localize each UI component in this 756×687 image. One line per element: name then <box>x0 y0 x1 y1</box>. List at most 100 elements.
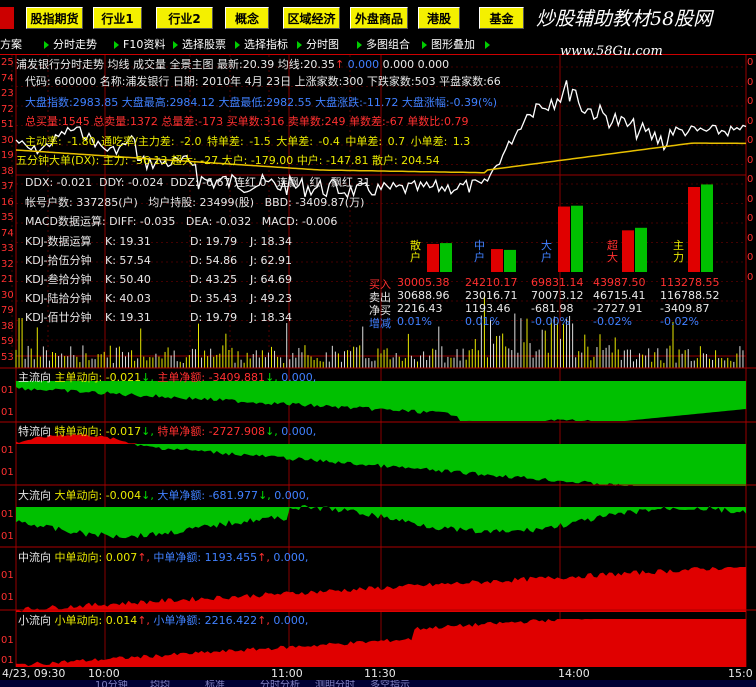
left-red-block <box>0 7 14 29</box>
table-cell: 30005.38 <box>397 276 450 289</box>
bottom-tab[interactable]: 多空指示 <box>370 680 410 687</box>
up-arrow-icon: ↑, <box>137 551 154 564</box>
panel-axis-tick: 01 <box>1 467 14 478</box>
kdj-row: KDJ-陆拾分钟 K: 40.03 D: 35.43 J: 49.23 <box>25 290 292 306</box>
btn-foreign-commodity[interactable]: 外盘商品 <box>350 7 408 29</box>
bottom-tab[interactable]: 标准 <box>205 680 225 687</box>
btn-industry1[interactable]: 行业1 <box>93 7 142 29</box>
panel-axis-tick: 01 <box>1 635 14 646</box>
menu-multi-chart[interactable]: 多图组合 <box>356 36 410 53</box>
flow-zero: 0.000, <box>274 489 310 502</box>
latest-label: 最新: <box>217 58 243 71</box>
right-axis-tick: 0 <box>747 96 754 107</box>
table-cell: 1193.46 <box>465 302 511 315</box>
time-tick: 14:00 <box>558 667 590 680</box>
up-label: 上涨家数: <box>294 75 343 88</box>
right-axis-tick: 0 <box>747 213 754 224</box>
table-cell: 113278.55 <box>660 276 720 289</box>
btn-fund[interactable]: 基金 <box>479 7 524 29</box>
kdj-row: KDJ-叁拾分钟 K: 50.40 D: 43.25 J: 64.69 <box>25 271 292 287</box>
macd-line: MACD数据运算: DIFF: -0.035 DEA: -0.032 MACD:… <box>25 213 337 229</box>
menu-timechart[interactable]: 分时图 <box>296 36 339 53</box>
btn-stock-futures[interactable]: 股指期货 <box>26 7 83 29</box>
watermark-text: 炒股辅助教材58股网 <box>536 8 713 30</box>
right-axis-tick: 0 <box>747 193 754 205</box>
flow-net: 特单净额: -2727.908 <box>157 425 266 438</box>
macd-value: MACD: -0.006 <box>261 215 338 228</box>
bc-label: 买单数: <box>226 115 264 128</box>
extra2-value: 0.000 <box>382 58 415 71</box>
avg-holding: 均户持股: 23499(股) <box>148 196 255 209</box>
btn-concept[interactable]: 概念 <box>225 7 269 29</box>
five-e: 散户: 204.54 <box>371 154 440 167</box>
table-cell: -0.00% <box>531 315 570 328</box>
left-axis-tick: 38 <box>1 320 14 332</box>
five-a: 五分钟大单(DX): 主力: -56.13 <box>16 154 168 167</box>
triangle-icon <box>114 41 119 49</box>
kdj-row: KDJ-拾伍分钟 K: 57.54 D: 54.86 J: 62.91 <box>25 252 292 268</box>
menu-timeshare[interactable]: 分时走势 <box>43 36 97 53</box>
table-col-header: 中户 <box>474 239 485 264</box>
tv-value: 1545 <box>61 115 90 128</box>
menu-select-stock[interactable]: 选择股票 <box>172 36 226 53</box>
bottom-tab[interactable]: 均均 <box>150 680 170 687</box>
tab-volume[interactable]: 成交量 <box>133 58 166 71</box>
idx-label: 大盘指数: <box>25 96 73 109</box>
btn-industry2[interactable]: 行业2 <box>156 7 213 29</box>
bottom-tab[interactable]: 10分钟 <box>95 680 128 687</box>
diff-value: -173 <box>198 115 224 128</box>
table-cell: -0.02% <box>660 315 699 328</box>
tv-label: 总买量: <box>25 115 62 128</box>
tab-avg[interactable]: 均线 <box>108 58 130 71</box>
force-e: 中单差: 0.7 <box>345 135 406 148</box>
chg-value: -11.72 <box>362 96 399 109</box>
left-axis-tick: 33 <box>1 243 14 254</box>
right-axis-tick: 0 <box>747 76 754 88</box>
chg-label: 大盘涨跌: <box>315 96 363 109</box>
triangle-icon <box>44 41 49 49</box>
table-cell: 116788.52 <box>660 289 720 302</box>
triangle-icon <box>297 41 302 49</box>
table-cell: -0.02% <box>593 315 632 328</box>
flow-zero: 0.000, <box>281 425 317 438</box>
cd-value: -67 <box>385 115 404 128</box>
left-axis-tick: 21 <box>1 274 14 285</box>
kdj-name: KDJ-拾伍分钟 <box>25 254 92 267</box>
menu-f10[interactable]: F10资料 <box>113 36 165 53</box>
table-cell: 70073.12 <box>531 289 584 302</box>
triangle-icon <box>173 41 178 49</box>
tab-panorama[interactable]: 全景主图 <box>170 58 214 71</box>
date-value: 2010年 4月 23日 <box>202 75 292 88</box>
code-label: 代码: <box>25 75 51 88</box>
btn-hk-stock[interactable]: 港股 <box>418 7 460 29</box>
kdj-k: K: 19.31 <box>105 235 151 248</box>
kdj-name: KDJ-数据运算 <box>25 235 92 248</box>
table-cell: -3409.87 <box>660 302 710 315</box>
flow-panel-header: 中流向 中单动向: 0.007↑, 中单净额: 1193.455↑, 0.000… <box>18 549 308 565</box>
btn-region[interactable]: 区域经济 <box>283 7 340 29</box>
down-arrow-icon: ↓, <box>265 425 282 438</box>
flow-trend: 特单动向: -0.017 <box>54 425 142 438</box>
menu-select-indicator-label: 选择指标 <box>244 38 288 51</box>
menu-select-indicator[interactable]: 选择指标 <box>234 36 288 53</box>
triangle-icon <box>422 41 427 49</box>
bottom-tab[interactable]: 测明分时 <box>315 680 355 687</box>
kdj-d: D: 19.79 <box>190 235 238 248</box>
pct-label: 大盘涨幅: <box>401 96 450 109</box>
menu-scheme[interactable]: 方案 <box>0 36 22 53</box>
menu-arrow[interactable] <box>484 36 494 53</box>
table-cell: 43987.50 <box>593 276 646 289</box>
menu-overlay[interactable]: 图形叠加 <box>421 36 475 53</box>
flow-panel-header: 特流向 特单动向: -0.017↓, 特单净额: -2727.908↓, 0.0… <box>18 423 316 439</box>
cd-label: 单数差: <box>349 115 386 128</box>
bottom-tab[interactable]: 分时分析 <box>260 680 300 687</box>
top-button-bar: 股指期货 行业1 行业2 概念 区域经济 外盘商品 港股 基金 炒股辅助教材58… <box>0 0 756 34</box>
bottom-tab-bar: 10分钟 均均 标准 分时分析 测明分时 多空指示 <box>0 680 756 687</box>
table-cell: -2727.91 <box>593 302 643 315</box>
table-col-header: 散户 <box>410 239 421 264</box>
lianpiao-label: 连飘 <box>277 176 300 189</box>
ddz-value: DDZ: -6.67 <box>170 176 231 189</box>
macd-dea: DEA: -0.032 <box>185 215 252 228</box>
extra1-value: 0.000 <box>347 58 380 71</box>
holder-line: 帐号户数: 337285(户) 均户持股: 23499(股) BBD: -340… <box>25 194 364 210</box>
